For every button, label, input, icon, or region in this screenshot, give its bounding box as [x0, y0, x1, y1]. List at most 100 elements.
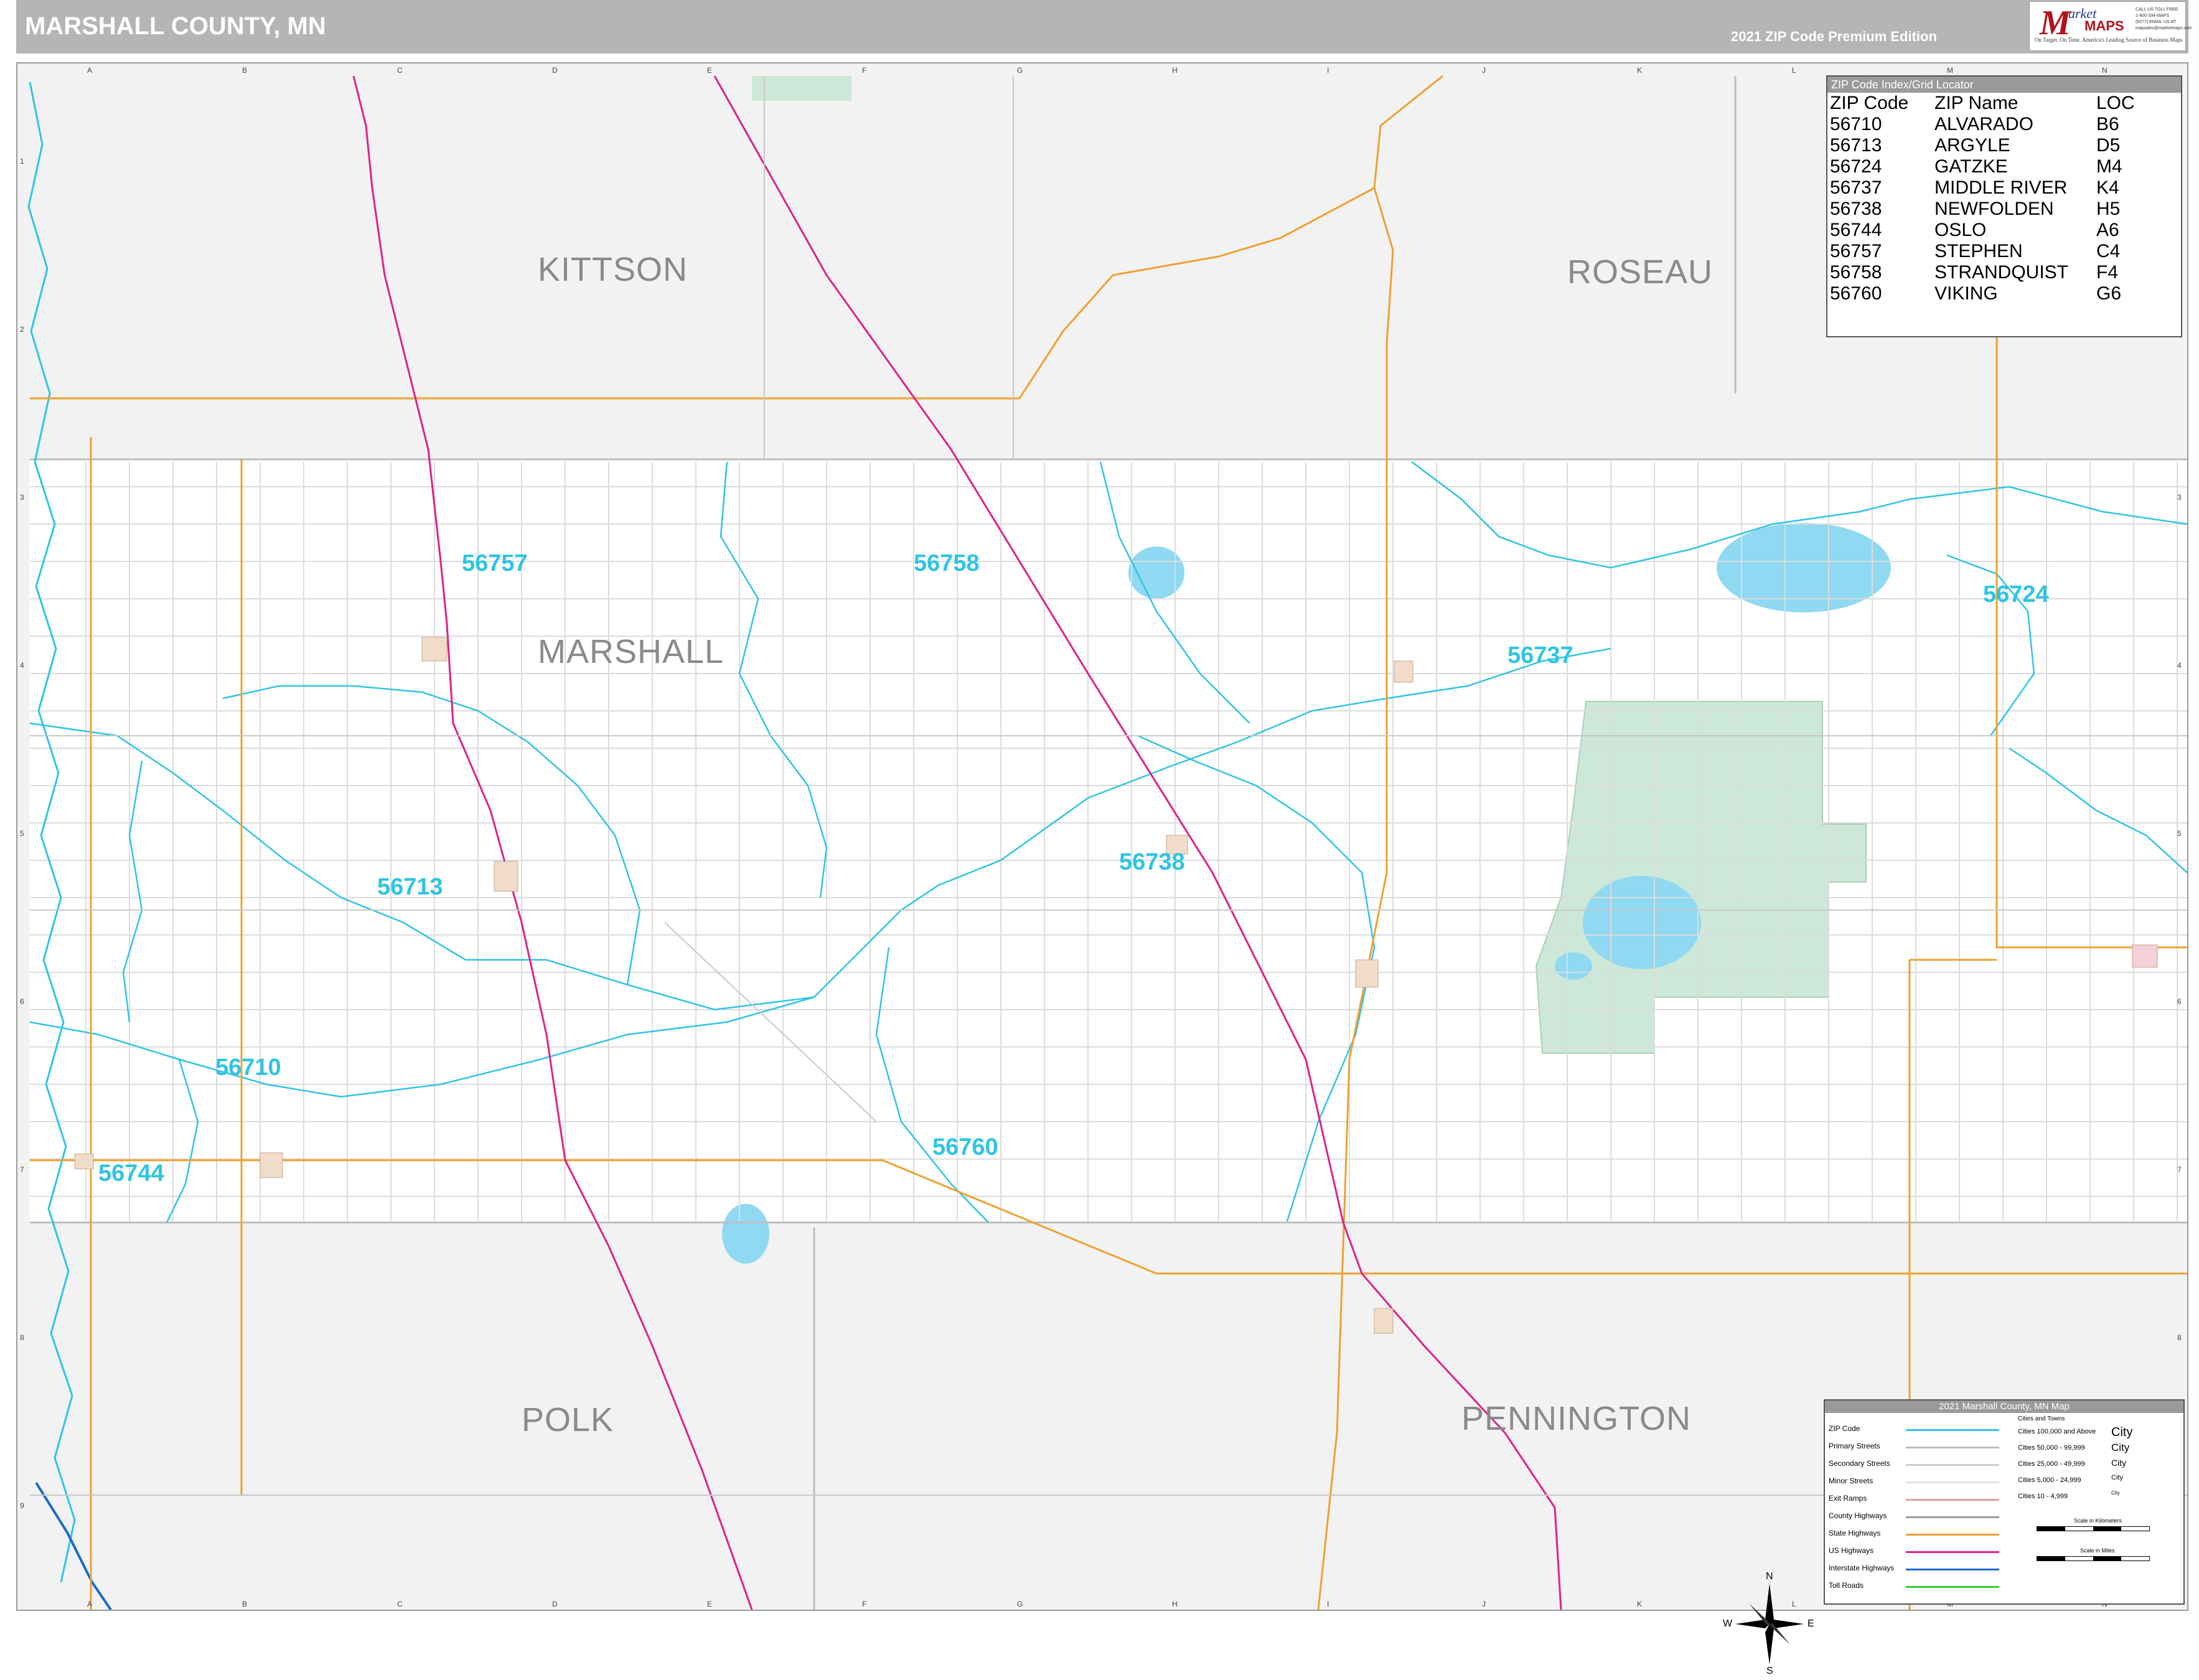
- zip-loc-cell: C4: [2096, 241, 2121, 261]
- grid-column-label: I: [1327, 66, 1329, 75]
- grid-column-label: G: [1017, 66, 1023, 75]
- county-label-pennington: PENNINGTON: [1461, 1400, 1692, 1437]
- zip-index-row: 56757 STEPHEN C4: [1830, 241, 2135, 262]
- legend-item-label: ZIP Code: [1829, 1424, 1860, 1433]
- zip-header-code: ZIP Code: [1830, 93, 1909, 113]
- zip-name-cell: MIDDLE RIVER: [1934, 177, 2068, 198]
- zip-header-name: ZIP Name: [1934, 93, 2018, 113]
- zip-loc-cell: M4: [2096, 156, 2122, 177]
- zip-label-56744[interactable]: 56744: [98, 1160, 164, 1187]
- legend-city-mark: City: [2111, 1458, 2127, 1468]
- grid-row-label: 1: [20, 157, 24, 166]
- grid-column-label: C: [397, 66, 403, 75]
- zip-code-cell: 56737: [1830, 177, 1882, 198]
- logo-maps-text: MAPS: [2084, 18, 2124, 34]
- legend-item-swatch: [1906, 1551, 1999, 1553]
- legend-item-swatch: [1906, 1464, 1999, 1466]
- legend-city-label: Cities 5,000 - 24,999: [2018, 1476, 2081, 1484]
- grid-row-label: 7: [20, 1165, 24, 1174]
- legend-item-label: Secondary Streets: [1829, 1459, 1890, 1468]
- legend-item-label: Minor Streets: [1829, 1476, 1873, 1485]
- zip-loc-cell: A6: [2096, 220, 2119, 240]
- legend-city-mark: City: [2111, 1442, 2130, 1453]
- grid-column-label: C: [397, 1600, 403, 1608]
- map-legend: 2021 Marshall County, MN Map ZIP Code Pri…: [1824, 1399, 2185, 1605]
- zip-label-56713[interactable]: 56713: [377, 874, 443, 901]
- legend-item-label: County Highways: [1829, 1511, 1887, 1520]
- grid-row-label: 7: [2177, 1165, 2182, 1174]
- legend-city-label: Cities 10 - 4,999: [2018, 1493, 2068, 1500]
- scale-mi-bar: [2037, 1556, 2150, 1561]
- legend-title: 2021 Marshall County, MN Map: [1825, 1401, 2183, 1413]
- legend-item-label: State Highways: [1829, 1529, 1881, 1537]
- edition-label: 2021 ZIP Code Premium Edition: [1731, 29, 1937, 44]
- legend-item-label: Interstate Highways: [1829, 1564, 1895, 1572]
- market-maps-logo: M arket MAPS On Target. On Time. America…: [2029, 1, 2192, 51]
- park-area: [752, 76, 851, 101]
- zip-code-cell: 56724: [1830, 156, 1882, 177]
- zip-index-row: 56724 GATZKE M4: [1830, 156, 2135, 177]
- grid-column-label: G: [1017, 1600, 1023, 1608]
- grid-column-label: J: [1482, 1600, 1486, 1608]
- legend-city-label: Cities 100,000 and Above: [2018, 1428, 2096, 1435]
- zip-index-row: 56710 ALVARADO B6: [1830, 114, 2135, 135]
- zip-name-cell: ALVARADO: [1934, 114, 2033, 134]
- grid-row-label: 5: [20, 829, 24, 838]
- zip-name-cell: OSLO: [1934, 220, 1987, 240]
- refuge-pool: [1555, 952, 1592, 980]
- grid-column-label: B: [242, 1600, 248, 1608]
- grid-row-label: 6: [2177, 997, 2182, 1006]
- refuge-lake: [1583, 876, 1701, 969]
- compass-w: W: [1723, 1618, 1733, 1629]
- zip-code-cell: 56757: [1830, 241, 1882, 261]
- grid-column-label: E: [707, 1600, 713, 1608]
- legend-item-label: Primary Streets: [1829, 1442, 1880, 1450]
- zip-code-cell: 56760: [1830, 283, 1882, 304]
- zip-label-56757[interactable]: 56757: [462, 550, 528, 577]
- map-title: MARSHALL COUNTY, MN: [25, 12, 326, 40]
- grid-row-label: 2: [20, 325, 24, 334]
- zip-label-56737[interactable]: 56737: [1507, 642, 1573, 669]
- grid-row-label: 4: [2177, 661, 2182, 670]
- legend-city-label: Cities 50,000 - 99,999: [2018, 1444, 2085, 1452]
- grid-column-label: I: [1327, 1600, 1329, 1608]
- grid-row-label: 9: [20, 1501, 24, 1510]
- zip-loc-cell: H5: [2096, 199, 2121, 219]
- grid-column-label: H: [1172, 66, 1178, 75]
- legend-item-swatch: [1906, 1429, 1999, 1431]
- polk-lake: [722, 1204, 769, 1264]
- zip-code-cell: 56744: [1830, 220, 1882, 240]
- zip-index-row: 56760 VIKING G6: [1830, 283, 2135, 304]
- zip-name-cell: GATZKE: [1934, 156, 2008, 177]
- zip-label-56758[interactable]: 56758: [914, 550, 980, 577]
- county-label-roseau: ROSEAU: [1567, 253, 1714, 291]
- grid-row-label: 8: [20, 1333, 24, 1342]
- legend-item-swatch: [1906, 1499, 1999, 1501]
- zip-label-56738[interactable]: 56738: [1119, 849, 1185, 876]
- grid-column-label: D: [552, 66, 558, 75]
- zip-index-row: 56758 STRANDQUIST F4: [1830, 262, 2135, 283]
- zip-index-grid: ZIP Code ZIP Name LOC 56710 ALVARADO B6 567…: [1830, 93, 2135, 304]
- town-stephen: [421, 637, 448, 662]
- zip-loc-cell: G6: [2096, 283, 2122, 304]
- zip-name-cell: ARGYLE: [1934, 135, 2010, 156]
- legend-item-swatch: [1906, 1534, 1999, 1536]
- zip-header-loc: LOC: [2096, 93, 2135, 113]
- zip-name-cell: STEPHEN: [1934, 241, 2023, 261]
- zip-loc-cell: F4: [2096, 262, 2119, 283]
- town-gatzke: [2132, 944, 2158, 968]
- county-label-marshall: MARSHALL: [538, 633, 724, 670]
- scale-km-bar: [2037, 1526, 2150, 1531]
- legend-item-label: Exit Ramps: [1829, 1494, 1867, 1503]
- county-label-polk: POLK: [522, 1401, 614, 1438]
- town-middle-river: [1394, 660, 1414, 683]
- zip-label-56710[interactable]: 56710: [215, 1054, 281, 1081]
- town-alvarado: [260, 1152, 283, 1178]
- grid-column-label: K: [1637, 66, 1643, 75]
- zip-index-header-row: ZIP Code ZIP Name LOC: [1830, 93, 2135, 114]
- zip-label-56760[interactable]: 56760: [932, 1134, 998, 1161]
- grid-column-label: F: [862, 1600, 867, 1608]
- zip-label-56724[interactable]: 56724: [1983, 581, 2049, 608]
- zip-index-row: 56738 NEWFOLDEN H5: [1830, 199, 2135, 220]
- grid-column-label: J: [1482, 66, 1486, 75]
